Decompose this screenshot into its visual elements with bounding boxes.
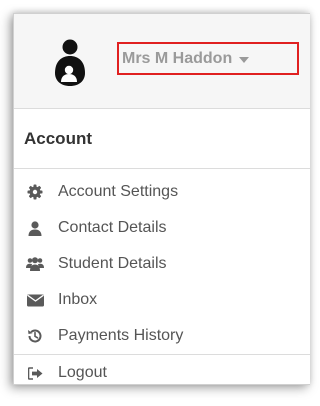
- account-menu: Account Settings Contact Details Student…: [14, 174, 310, 391]
- parent-child-icon: [52, 39, 88, 87]
- menu-item-label: Logout: [58, 364, 107, 381]
- user-icon: [26, 219, 44, 237]
- menu-item-inbox[interactable]: Inbox: [14, 282, 310, 318]
- user-menu-toggle[interactable]: Mrs M Haddon: [117, 42, 299, 75]
- menu-item-account-settings[interactable]: Account Settings: [14, 174, 310, 210]
- history-icon: [26, 327, 44, 345]
- menu-item-payments-history[interactable]: Payments History: [14, 318, 310, 354]
- sign-out-icon: [26, 364, 44, 382]
- menu-item-label: Account Settings: [58, 183, 179, 200]
- users-icon: [26, 255, 44, 273]
- menu-item-contact-details[interactable]: Contact Details: [14, 210, 310, 246]
- menu-item-label: Inbox: [58, 291, 98, 308]
- caret-down-icon: [239, 56, 250, 63]
- section-title-account: Account: [14, 109, 310, 169]
- envelope-icon: [26, 291, 44, 309]
- menu-item-label: Contact Details: [58, 219, 167, 236]
- user-name: Mrs M Haddon: [122, 49, 233, 67]
- user-header: Mrs M Haddon: [14, 14, 310, 109]
- gear-icon: [26, 183, 44, 201]
- screenshot-stage: Mrs M Haddon Account Account Settings Co…: [0, 0, 310, 406]
- menu-item-label: Payments History: [58, 327, 184, 344]
- menu-item-logout[interactable]: Logout: [14, 355, 310, 391]
- menu-item-label: Student Details: [58, 255, 167, 272]
- account-dropdown-panel: Mrs M Haddon Account Account Settings Co…: [13, 13, 310, 385]
- menu-item-student-details[interactable]: Student Details: [14, 246, 310, 282]
